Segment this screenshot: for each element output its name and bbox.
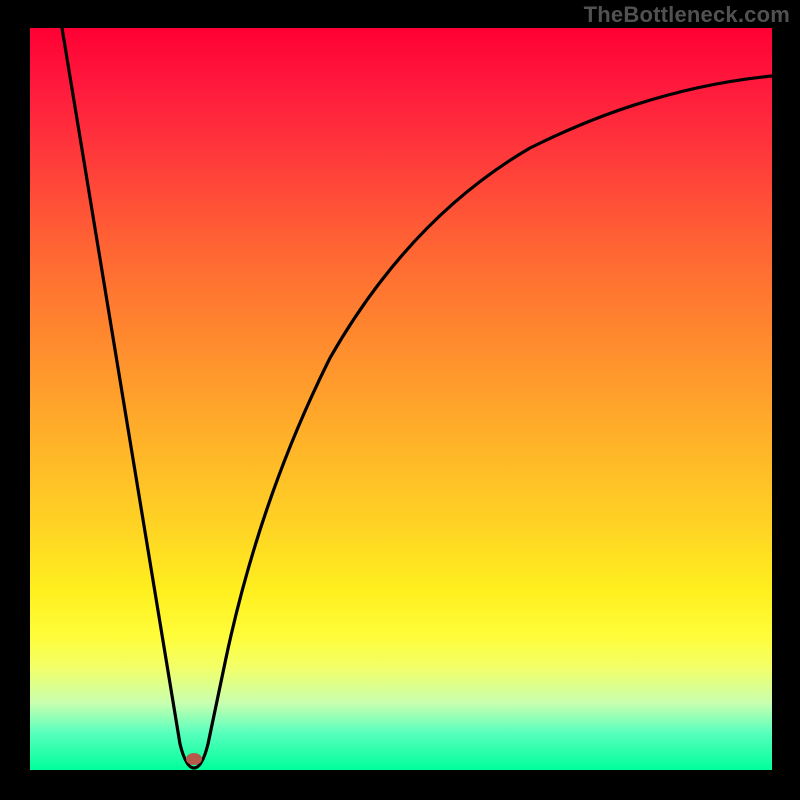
bottleneck-curve xyxy=(30,28,772,770)
curve-path xyxy=(62,28,772,768)
optimum-marker xyxy=(186,753,202,765)
chart-frame: TheBottleneck.com xyxy=(0,0,800,800)
watermark-text: TheBottleneck.com xyxy=(584,2,790,28)
plot-area xyxy=(30,28,772,770)
